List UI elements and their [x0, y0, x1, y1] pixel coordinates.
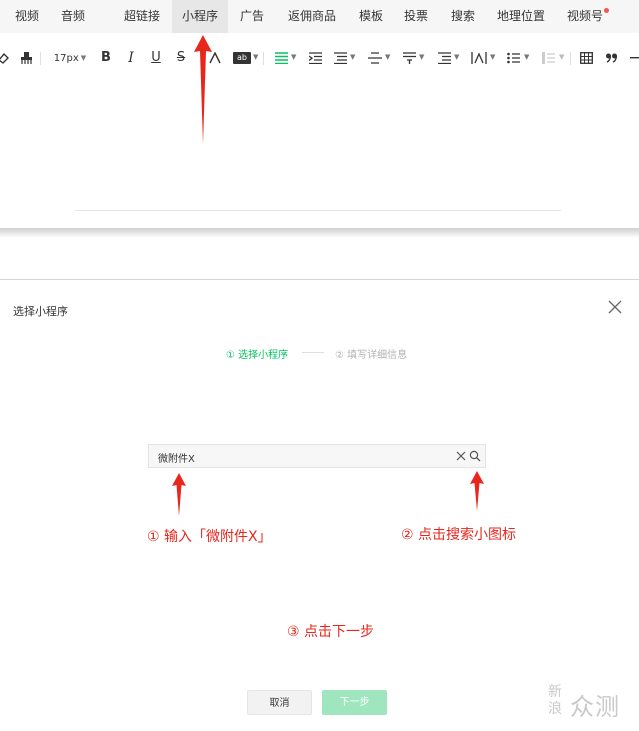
- line-height-icon[interactable]: [403, 52, 416, 64]
- clear-icon[interactable]: [455, 450, 467, 462]
- indent-icon[interactable]: [309, 52, 322, 64]
- toolbar-divider: [570, 52, 571, 65]
- menu-item-template[interactable]: 模板: [351, 0, 391, 33]
- quote-icon[interactable]: [606, 53, 618, 63]
- menu-item-video[interactable]: 视频: [2, 0, 52, 33]
- annotation-click-next: ③ 点击下一步: [287, 624, 375, 640]
- watermark-logo: 新 浪 众测: [548, 684, 632, 722]
- format-toolbar: 17px ▼ B I U S ab ▼ ▼ ▼ ▼ ▼ ▼ ▼ ▼ ▼: [0, 43, 639, 73]
- insert-menu-bar: 视频 音频 超链接 小程序 广告 返佣商品 模板 投票 搜索 地理位置 视频号: [0, 0, 639, 33]
- highlight-button[interactable]: ab: [233, 52, 251, 64]
- dialog-title: 选择小程序: [13, 305, 68, 318]
- chevron-down-icon: ▼: [454, 53, 460, 61]
- next-step-button[interactable]: 下一步: [322, 690, 387, 715]
- annotation-click-search: ② 点击搜索小图标: [401, 527, 517, 543]
- arrow-up-annotation-icon: [194, 35, 212, 144]
- strikethrough-button[interactable]: S: [174, 43, 188, 73]
- quote-block-icon[interactable]: [542, 52, 555, 64]
- menu-item-location[interactable]: 地理位置: [490, 0, 552, 33]
- italic-button[interactable]: I: [124, 43, 138, 73]
- toolbar-divider: [40, 52, 41, 65]
- font-size-value: 17px: [53, 53, 79, 64]
- letter-spacing-icon[interactable]: [471, 52, 487, 64]
- chevron-down-icon: ▼: [80, 54, 87, 62]
- menu-item-hyperlink[interactable]: 超链接: [114, 0, 170, 33]
- watermark-line2: 浪: [548, 701, 562, 717]
- line-spacing-icon[interactable]: [334, 52, 347, 64]
- step-connector: [302, 352, 324, 353]
- menu-item-vote[interactable]: 投票: [396, 0, 436, 33]
- step-fill-details: ② 填写详细信息: [335, 350, 408, 361]
- paragraph-spacing-icon[interactable]: [368, 52, 382, 64]
- list-spacing-icon[interactable]: [438, 52, 451, 64]
- menu-item-mini-program[interactable]: 小程序: [172, 0, 228, 33]
- notification-dot: [604, 8, 609, 13]
- search-input-value[interactable]: 微附件X: [158, 450, 195, 465]
- toolbar-divider: [263, 52, 264, 65]
- menu-item-channels[interactable]: 视频号: [560, 0, 610, 33]
- close-icon[interactable]: [606, 298, 624, 316]
- font-size-select[interactable]: 17px ▼: [50, 43, 90, 73]
- table-icon[interactable]: [580, 52, 593, 64]
- chevron-down-icon: ▼: [559, 53, 565, 61]
- arrow-up-annotation-icon: [470, 471, 484, 511]
- annotation-input-text: ① 输入「微附件X」: [147, 529, 272, 545]
- cancel-button[interactable]: 取消: [247, 690, 312, 715]
- select-mini-program-dialog: [0, 279, 639, 731]
- chevron-down-icon: ▼: [291, 53, 297, 61]
- format-painter-icon[interactable]: [20, 51, 33, 65]
- divider-line-icon[interactable]: [630, 57, 639, 59]
- menu-item-audio[interactable]: 音频: [48, 0, 98, 33]
- chevron-down-icon: ▼: [524, 53, 530, 61]
- menu-item-search[interactable]: 搜索: [443, 0, 483, 33]
- chevron-down-icon: ▼: [419, 53, 425, 61]
- chevron-down-icon: ▼: [385, 53, 391, 61]
- step-select-mini-program: ① 选择小程序: [226, 350, 289, 361]
- arrow-up-annotation-icon: [172, 473, 186, 516]
- underline-button[interactable]: U: [149, 43, 163, 73]
- eraser-icon[interactable]: [0, 51, 10, 65]
- menu-item-ad[interactable]: 广告: [231, 0, 273, 33]
- chevron-down-icon: ▼: [253, 53, 259, 61]
- menu-item-commission-goods[interactable]: 返佣商品: [279, 0, 345, 33]
- editor-panel: [0, 0, 639, 232]
- editor-content-line: [75, 210, 561, 211]
- bullet-list-icon[interactable]: [507, 52, 520, 64]
- section-separator: [0, 228, 639, 238]
- chevron-down-icon: ▼: [490, 53, 496, 61]
- watermark-text: 众测: [570, 693, 620, 721]
- watermark-line1: 新: [548, 684, 562, 700]
- align-left-icon[interactable]: [275, 52, 288, 64]
- search-icon[interactable]: [469, 450, 481, 462]
- chevron-down-icon: ▼: [350, 53, 356, 61]
- mini-program-search-input[interactable]: [148, 444, 486, 468]
- bold-button[interactable]: B: [99, 43, 113, 73]
